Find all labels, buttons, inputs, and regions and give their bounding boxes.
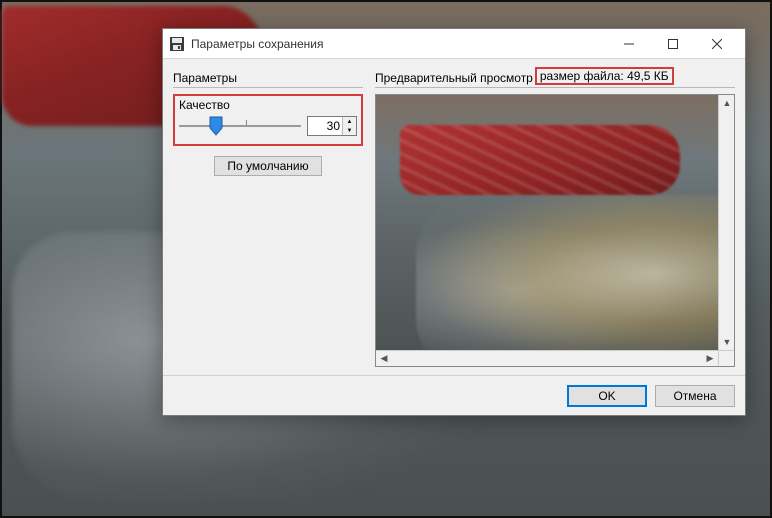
pv-bottle-decor: [416, 195, 718, 350]
spin-buttons: ▲ ▼: [342, 117, 356, 135]
dialog-body: Параметры Качество: [163, 59, 745, 375]
dialog-footer: OK Отмена: [163, 375, 745, 415]
spin-down[interactable]: ▼: [343, 126, 356, 135]
titlebar: Параметры сохранения: [163, 29, 745, 59]
slider-track: [179, 125, 301, 127]
parameters-panel: Параметры Качество: [173, 67, 363, 367]
divider: [375, 87, 735, 88]
scrollbar-corner: [718, 350, 734, 366]
scroll-left-icon[interactable]: ◀: [376, 351, 392, 366]
maximize-button[interactable]: [651, 29, 695, 58]
slider-tick: [246, 120, 247, 125]
minimize-button[interactable]: [607, 29, 651, 58]
window-title: Параметры сохранения: [191, 37, 607, 51]
scroll-down-icon[interactable]: ▼: [719, 334, 735, 350]
parameters-header: Параметры: [173, 67, 363, 85]
preview-panel: Предварительный просмотр размер файла: 4…: [375, 67, 735, 367]
close-button[interactable]: [695, 29, 739, 58]
preview-image: [376, 95, 718, 350]
scroll-up-icon[interactable]: ▲: [719, 95, 735, 111]
cancel-button[interactable]: Отмена: [655, 385, 735, 407]
pv-cloth-decor: [400, 125, 680, 195]
filesize-text: размер файла: 49,5 КБ: [540, 69, 669, 83]
scroll-right-icon[interactable]: ▶: [702, 351, 718, 366]
divider: [173, 87, 363, 88]
filesize-highlight: размер файла: 49,5 КБ: [535, 67, 674, 85]
horizontal-scrollbar[interactable]: ◀ ▶: [376, 350, 718, 366]
default-button[interactable]: По умолчанию: [214, 156, 321, 176]
spin-up[interactable]: ▲: [343, 117, 356, 126]
slider-thumb[interactable]: [209, 116, 223, 136]
quality-input[interactable]: [308, 117, 342, 135]
window-buttons: [607, 29, 739, 58]
save-icon: [169, 36, 185, 52]
preview-header: Предварительный просмотр размер файла: 4…: [375, 67, 735, 85]
preview-label: Предварительный просмотр: [375, 71, 533, 85]
ok-button[interactable]: OK: [567, 385, 647, 407]
quality-label: Качество: [179, 98, 357, 112]
quality-group-highlight: Качество: [173, 94, 363, 146]
quality-slider[interactable]: [179, 114, 301, 138]
quality-spinbox: ▲ ▼: [307, 116, 357, 136]
vertical-scrollbar[interactable]: ▲ ▼: [718, 95, 734, 350]
background-image: Параметры сохранения Параметры Качество: [0, 0, 772, 518]
quality-row: ▲ ▼: [179, 114, 357, 138]
preview-area: ▲ ▼ ◀ ▶: [375, 94, 735, 367]
save-options-dialog: Параметры сохранения Параметры Качество: [162, 28, 746, 416]
